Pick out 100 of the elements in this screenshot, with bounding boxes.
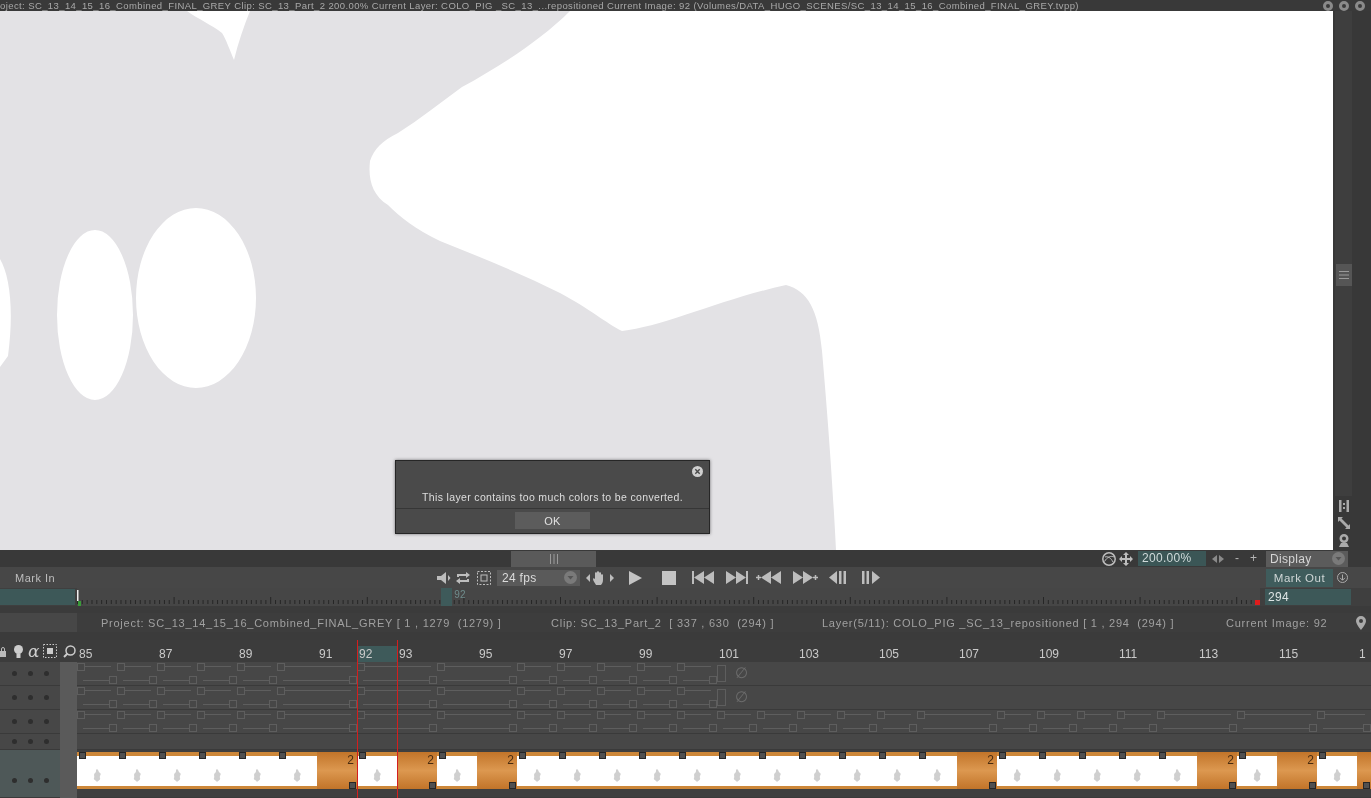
exposure-block[interactable] [797, 710, 837, 733]
hand-arrows-icon[interactable] [586, 570, 614, 585]
frame-number[interactable]: 92 [357, 646, 397, 662]
handle-square-icon[interactable] [509, 782, 516, 789]
frame-thumbnail[interactable] [1317, 752, 1357, 789]
exposure-block[interactable] [677, 662, 717, 685]
exposure-block[interactable] [517, 710, 557, 733]
handle-square-icon[interactable] [639, 752, 646, 759]
frame-thumbnail[interactable] [1237, 752, 1277, 789]
layer-header[interactable] [0, 750, 60, 798]
handle-square-icon[interactable] [1229, 782, 1236, 789]
handle-square-icon[interactable] [759, 752, 766, 759]
handle-square-icon[interactable] [989, 782, 996, 789]
handle-square-icon[interactable] [599, 752, 606, 759]
hold-frame[interactable]: 2 [957, 752, 997, 789]
exposure-block[interactable] [677, 710, 717, 733]
dot-icon[interactable] [12, 671, 17, 676]
exposure-block[interactable] [1157, 710, 1237, 733]
exposure-block[interactable] [557, 710, 597, 733]
exposure-block[interactable] [1237, 710, 1317, 733]
exposure-block[interactable] [637, 686, 677, 709]
frame-number[interactable]: 89 [237, 646, 277, 662]
exposure-block[interactable] [1077, 710, 1117, 733]
exposure-block[interactable] [597, 662, 637, 685]
exposure-block[interactable] [757, 710, 797, 733]
skip-to-start-icon[interactable] [692, 571, 714, 584]
exposure-block[interactable] [277, 662, 357, 685]
handle-square-icon[interactable] [799, 752, 806, 759]
handle-square-icon[interactable] [1319, 752, 1326, 759]
vertical-scrollbar[interactable] [60, 662, 77, 798]
frame-thumbnail[interactable] [997, 752, 1037, 789]
step-forward-icon[interactable] [862, 571, 880, 584]
frame-number[interactable]: 97 [557, 646, 597, 662]
exposure-block[interactable] [1317, 710, 1371, 733]
playhead-handle[interactable] [441, 588, 453, 606]
frame-number[interactable]: 107 [957, 646, 997, 662]
exposure-block[interactable] [1117, 710, 1157, 733]
padlock-icon[interactable] [0, 645, 6, 657]
handle-square-icon[interactable] [1363, 782, 1370, 789]
step-back-icon[interactable] [829, 571, 846, 584]
handle-square-icon[interactable] [719, 752, 726, 759]
dot-icon[interactable] [44, 695, 49, 700]
mark-in-field[interactable] [0, 589, 75, 605]
dot-icon[interactable] [28, 719, 33, 724]
exposure-block[interactable] [557, 662, 597, 685]
frame-number[interactable]: 101 [717, 646, 757, 662]
exposure-block[interactable] [637, 662, 677, 685]
handle-square-icon[interactable] [1159, 752, 1166, 759]
ok-button[interactable]: OK [515, 512, 590, 529]
frame-thumbnail[interactable] [77, 752, 117, 789]
dot-icon[interactable] [28, 739, 33, 744]
frame-number[interactable]: 85 [77, 646, 117, 662]
dot-icon[interactable] [12, 739, 17, 744]
pin-icon[interactable] [1356, 615, 1366, 630]
zoom-field[interactable]: 200.00% [1138, 551, 1206, 566]
handle-square-icon[interactable] [279, 752, 286, 759]
handle-square-icon[interactable] [879, 752, 886, 759]
mark-in-button[interactable]: Mark In [15, 571, 56, 584]
handle-square-icon[interactable] [199, 752, 206, 759]
frame-thumbnail[interactable] [277, 752, 317, 789]
exposure-block[interactable] [717, 710, 757, 733]
handle-square-icon[interactable] [239, 752, 246, 759]
move-icon[interactable] [1119, 551, 1133, 566]
handle-square-icon[interactable] [119, 752, 126, 759]
mark-out-field[interactable]: 294 [1265, 589, 1351, 605]
exposure-block[interactable] [77, 710, 117, 733]
frame-number[interactable]: 105 [877, 646, 917, 662]
handle-square-icon[interactable] [679, 752, 686, 759]
resize-arrow-icon[interactable] [1336, 516, 1351, 530]
frame-number[interactable]: 115 [1277, 646, 1317, 662]
handle-square-icon[interactable] [79, 752, 86, 759]
exposure-block[interactable] [77, 686, 117, 709]
exposure-block[interactable] [117, 686, 157, 709]
exposure-block[interactable] [517, 686, 557, 709]
exposure-block[interactable] [197, 662, 237, 685]
frame-number[interactable]: 103 [797, 646, 837, 662]
exposure-block[interactable] [157, 662, 197, 685]
vertical-scrollbar[interactable] [1335, 11, 1352, 496]
lightbulb-icon[interactable] [14, 644, 23, 658]
hold-frame[interactable]: 2 [1197, 752, 1237, 789]
dot-icon[interactable] [28, 695, 33, 700]
speaker-icon[interactable] [437, 571, 451, 584]
exposure-block[interactable] [197, 710, 237, 733]
exposure-block[interactable] [277, 686, 357, 709]
hold-frame[interactable]: 2 [317, 752, 357, 789]
mark-in-marker-icon[interactable] [77, 590, 81, 606]
exposure-block[interactable] [517, 662, 557, 685]
webcam-icon[interactable] [1337, 534, 1350, 547]
handle-square-icon[interactable] [349, 782, 356, 789]
exposure-block[interactable] [1037, 710, 1077, 733]
zoom-out-button[interactable]: - [1235, 551, 1239, 566]
hold-frame[interactable]: 2 [477, 752, 517, 789]
frame-thumbnail[interactable] [1157, 752, 1197, 789]
exposure-block[interactable] [437, 710, 517, 733]
frame-number[interactable]: 91 [317, 646, 357, 662]
fast-forward-plus-icon[interactable] [793, 571, 818, 584]
exposure-block[interactable] [557, 686, 597, 709]
play-icon[interactable] [628, 570, 642, 585]
frame-number[interactable]: 99 [637, 646, 677, 662]
zoom-in-button[interactable]: + [1250, 551, 1257, 566]
